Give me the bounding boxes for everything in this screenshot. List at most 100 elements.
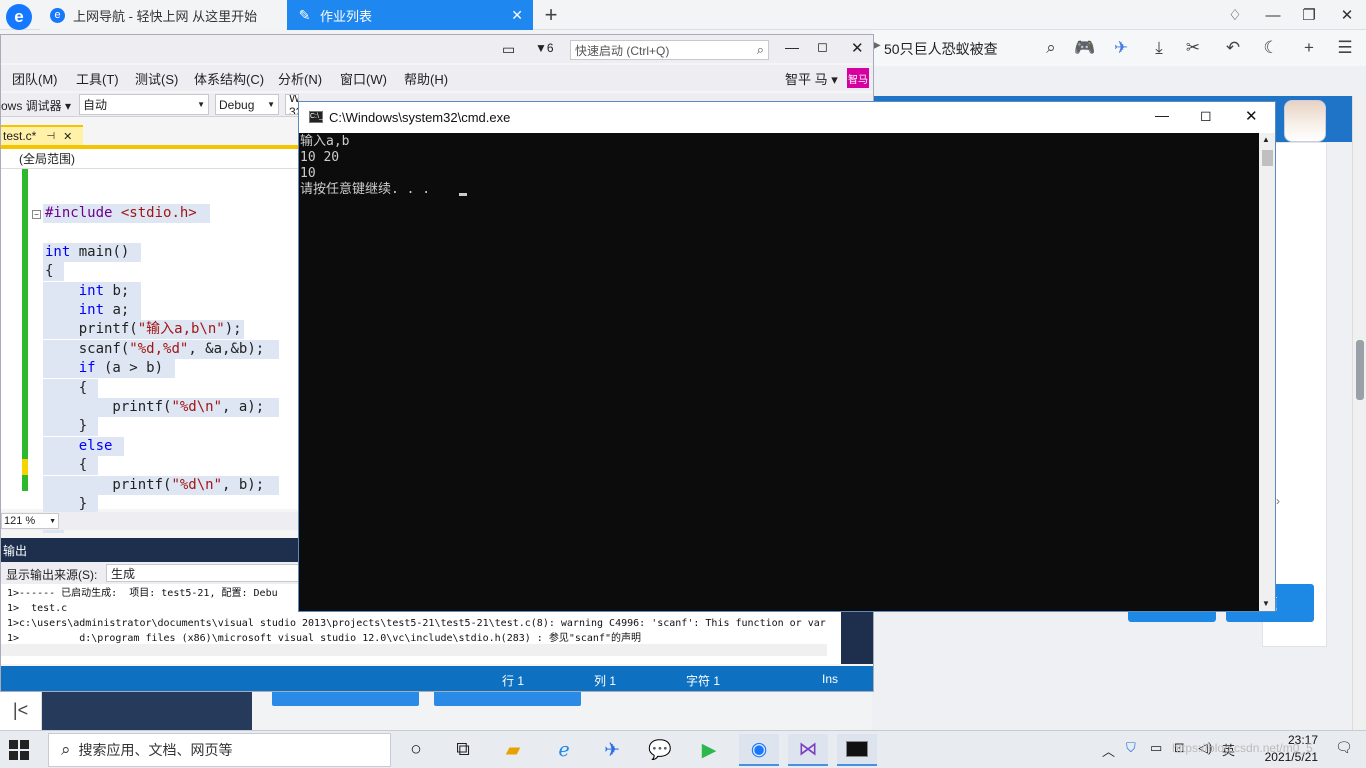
battery-icon[interactable]: ▭ bbox=[1150, 740, 1162, 756]
notification-icon[interactable]: 🗨 bbox=[1335, 739, 1353, 756]
console-line: 输入a,b bbox=[300, 134, 350, 149]
minimize-button[interactable]: — bbox=[1155, 107, 1169, 123]
tab-title: 上网导航 - 轻快上网 从这里开始 bbox=[73, 8, 258, 24]
cmd-app-icon[interactable] bbox=[837, 734, 877, 766]
chevron-down-icon: ▼ bbox=[49, 517, 56, 525]
visual-studio-icon[interactable]: ⋈ bbox=[788, 734, 828, 766]
user-avatar[interactable]: 智马 bbox=[847, 68, 869, 88]
console-cursor bbox=[459, 193, 467, 196]
minimize-button[interactable]: — bbox=[1258, 3, 1288, 27]
code-line: else bbox=[78, 437, 113, 454]
undo-icon[interactable]: ↶ bbox=[1220, 36, 1246, 60]
cmd-window: C:\_ C:\Windows\system32\cmd.exe — ◻ ✕ 输… bbox=[298, 101, 1276, 612]
ie-icon[interactable]: ℯ bbox=[544, 734, 584, 766]
tab-test-c[interactable]: test.c* ⊣ ✕ bbox=[1, 125, 83, 145]
cmd-icon: C:\_ bbox=[309, 111, 323, 123]
scissors-icon[interactable]: ✂ bbox=[1180, 36, 1206, 60]
menu-help[interactable]: 帮助(H) bbox=[404, 69, 448, 88]
download-icon[interactable]: ⤓ bbox=[1146, 36, 1172, 60]
debugger-dropdown[interactable]: ows 调试器 ▾ bbox=[1, 97, 71, 114]
code-line: int b; bbox=[78, 282, 130, 299]
close-button[interactable]: ✕ bbox=[851, 39, 864, 57]
console-output[interactable]: 输入a,b 10 20 10 请按任意键继续. . . bbox=[299, 133, 1259, 611]
maximize-button[interactable]: ◻ bbox=[817, 39, 828, 55]
add-icon[interactable]: + bbox=[1296, 36, 1322, 60]
cmd-scrollbar[interactable]: ▲ ▼ bbox=[1259, 133, 1275, 611]
news-ticker[interactable]: 50只巨人恐蚁被查 bbox=[884, 39, 998, 59]
scroll-down-icon[interactable]: ▼ bbox=[1262, 599, 1270, 608]
ie-icon: e bbox=[50, 7, 65, 23]
tab-title: 作业列表 bbox=[320, 8, 373, 24]
close-tab-icon[interactable]: ✕ bbox=[511, 7, 523, 24]
windows-start-icon[interactable] bbox=[8, 739, 30, 761]
configuration-dropdown[interactable]: Debug ▼ bbox=[215, 94, 279, 115]
feishu-icon[interactable]: ✈ bbox=[592, 734, 632, 766]
game-icon[interactable]: 🎮 bbox=[1072, 36, 1098, 60]
close-icon[interactable]: ✕ bbox=[63, 130, 72, 143]
signed-in-user[interactable]: 智平 马 ▾ bbox=[785, 69, 838, 88]
menu-architecture[interactable]: 体系结构(C) bbox=[194, 69, 264, 88]
code-line: printf("%d\n", b); bbox=[45, 476, 265, 493]
menu-analyze[interactable]: 分析(N) bbox=[278, 69, 322, 88]
restore-button[interactable]: ❐ bbox=[1294, 3, 1324, 27]
output-hscrollbar[interactable] bbox=[1, 644, 827, 656]
cortana-icon[interactable]: ○ bbox=[396, 734, 436, 766]
chevron-up-icon[interactable]: ︿ bbox=[1102, 741, 1115, 760]
file-explorer-icon[interactable]: ▰ bbox=[493, 734, 533, 766]
notifications-icon[interactable]: ▼6 bbox=[535, 41, 554, 55]
scope-dropdown[interactable]: (全局范围) bbox=[1, 149, 301, 169]
collapse-sidebar-icon[interactable]: |< bbox=[0, 690, 42, 730]
browser-logo-icon[interactable]: e bbox=[6, 4, 32, 30]
menu-tools[interactable]: 工具(T) bbox=[76, 69, 119, 88]
page-scrollbar[interactable] bbox=[1352, 96, 1366, 730]
platform-dropdown[interactable]: Wi 32 bbox=[285, 94, 299, 115]
vs-status-bar: 行 1 列 1 字符 1 Ins bbox=[1, 666, 873, 691]
bird-icon[interactable]: ✈ bbox=[1108, 36, 1134, 60]
minimize-button[interactable]: — bbox=[785, 39, 799, 55]
user-avatar[interactable] bbox=[1284, 100, 1326, 142]
browser-app-icon[interactable]: ◉ bbox=[739, 734, 779, 766]
menu-window[interactable]: 窗口(W) bbox=[340, 69, 387, 88]
output-source-dropdown[interactable]: 生成 bbox=[106, 564, 306, 582]
close-button[interactable]: ✕ bbox=[1245, 107, 1258, 125]
page-sidebar bbox=[42, 690, 252, 730]
menu-team[interactable]: 团队(M) bbox=[12, 69, 58, 88]
night-mode-icon[interactable]: ☾ bbox=[1258, 36, 1284, 60]
cmd-title-bar[interactable]: C:\_ C:\Windows\system32\cmd.exe — ◻ ✕ bbox=[299, 102, 1275, 133]
change-marker bbox=[22, 169, 28, 491]
console-line: 10 bbox=[300, 166, 316, 181]
zoom-dropdown[interactable]: 121 % ▼ bbox=[1, 513, 59, 529]
shirt-icon[interactable]: ♢ bbox=[1220, 3, 1250, 27]
code-line: } bbox=[45, 418, 88, 435]
browser-tab-homework[interactable]: ✎ 作业列表 ✕ bbox=[287, 0, 533, 30]
taskbar: ⌕ 搜索应用、文档、网页等 ○ ⧉ ▰ ℯ ✈ 💬 ▶ ◉ ⋈ ︿ ⛉ ▭ ⊡ … bbox=[0, 730, 1366, 768]
pen-icon: ✎ bbox=[298, 6, 311, 23]
quick-launch-input[interactable]: 快速启动 (Ctrl+Q) ⌕ bbox=[570, 40, 769, 60]
shield-icon[interactable]: ⛉ bbox=[1126, 740, 1136, 756]
feedback-icon[interactable]: ▭ bbox=[502, 41, 515, 58]
task-view-icon[interactable]: ⧉ bbox=[443, 734, 483, 766]
close-button[interactable]: ✕ bbox=[1332, 3, 1362, 27]
menu-test[interactable]: 测试(S) bbox=[135, 69, 178, 88]
maximize-button[interactable]: ◻ bbox=[1200, 107, 1212, 124]
code-line: scanf("%d,%d", &a,&b); bbox=[45, 340, 265, 357]
solution-mode-dropdown[interactable]: 自动 ▼ bbox=[79, 94, 209, 115]
chevron-right-icon[interactable]: › bbox=[1276, 494, 1280, 508]
cmd-scroll-thumb[interactable] bbox=[1262, 150, 1273, 166]
output-line: 1>c:\users\administrator\documents\visua… bbox=[7, 618, 826, 629]
taskbar-search[interactable]: ⌕ 搜索应用、文档、网页等 bbox=[48, 733, 391, 767]
new-tab-button[interactable]: + bbox=[540, 2, 562, 27]
media-player-icon[interactable]: ▶ bbox=[689, 734, 729, 766]
code-line: int main() bbox=[45, 243, 130, 260]
code-line: printf("%d\n", a); bbox=[45, 399, 265, 415]
code-editor[interactable]: − #include <stdio.h> int main() { int b; i… bbox=[1, 169, 301, 534]
pin-icon[interactable]: ⊣ bbox=[46, 131, 55, 142]
scroll-up-icon[interactable]: ▲ bbox=[1262, 135, 1270, 144]
wechat-icon[interactable]: 💬 bbox=[640, 734, 680, 766]
search-icon[interactable]: ⌕ bbox=[1038, 36, 1064, 60]
page-scroll-thumb[interactable] bbox=[1356, 340, 1364, 400]
code-line: { bbox=[45, 457, 88, 474]
collapse-icon[interactable]: − bbox=[32, 210, 41, 219]
menu-icon[interactable]: ☰ bbox=[1332, 36, 1358, 60]
browser-tab-nav[interactable]: e 上网导航 - 轻快上网 从这里开始 bbox=[40, 0, 286, 30]
